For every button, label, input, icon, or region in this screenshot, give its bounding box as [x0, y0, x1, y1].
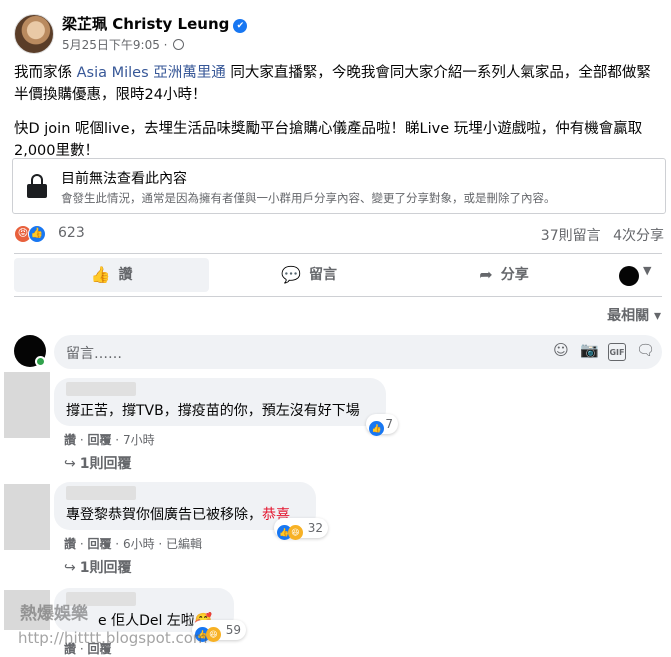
commenter-avatar[interactable]: [4, 484, 50, 550]
comment-time[interactable]: 7小時: [123, 433, 155, 447]
comment-text-main: 專登黎恭賀你個廣告已被移除，: [66, 507, 262, 523]
share-count[interactable]: 4次分享: [613, 228, 664, 244]
share-as-avatar[interactable]: [619, 266, 639, 286]
comment-bubble: 撐正苦，撐TVB，撐疫苗的你，預左沒有好下場 👍 7: [54, 378, 398, 436]
commenter-avatar[interactable]: [4, 372, 50, 438]
share-arrow-icon: ➦: [479, 265, 493, 284]
like-button[interactable]: 👍 讚: [14, 258, 209, 292]
camera-icon[interactable]: 📷: [580, 341, 599, 359]
share-button[interactable]: ➦ 分享: [409, 258, 599, 292]
comment-reaction-count: 7: [385, 417, 393, 431]
post-paragraph-2: 快D join 呢個live，去埋生活品味獎勵平台搶購心儀產品啦！睇Live 玩…: [14, 121, 643, 159]
comment-like-link[interactable]: 讚: [64, 433, 76, 447]
comment-bubble-icon: 💬: [281, 265, 301, 284]
view-replies-link[interactable]: ↪ 1則回覆: [64, 453, 131, 473]
commenter-name[interactable]: [66, 382, 136, 396]
post-text-part: 我而家係: [14, 65, 77, 81]
haha-reaction-icon: 😆: [287, 525, 303, 540]
post-stats: 37則留言 4次分享: [533, 225, 664, 245]
divider: [14, 253, 662, 254]
watermark-url: http://hitttt.blogspot.com: [18, 629, 208, 647]
caret-down-icon: ▾: [653, 308, 661, 324]
like-reaction-icon: 👍: [369, 421, 385, 436]
comment-reaction-count: 32: [307, 521, 323, 535]
globe-icon: [173, 39, 185, 50]
post-timestamp[interactable]: 5月25日下午9:05: [62, 38, 160, 52]
unavailable-title: 目前無法查看此內容: [61, 171, 187, 187]
comment-placeholder: 留言……: [66, 346, 122, 362]
lock-icon: [27, 174, 47, 198]
author-name[interactable]: 梁芷珮 Christy Leung ✔: [62, 13, 248, 34]
watermark-title: 熱爆娛樂: [20, 604, 88, 624]
divider: [14, 296, 662, 297]
view-replies-link[interactable]: ↪ 1則回覆: [64, 557, 131, 577]
post-paragraph-1: 我而家係 Asia Miles 亞洲萬里通 同大家直播緊，今晚我會同大家介紹一系…: [14, 62, 659, 106]
emoji-icon[interactable]: ☺: [552, 341, 570, 359]
comment-reply-link[interactable]: 回覆: [87, 433, 111, 447]
reactions-row: 😡 👍 623 37則留言 4次分享: [14, 222, 664, 246]
comment-input[interactable]: 留言…… ☺ 📷 GIF 🗨: [54, 335, 662, 369]
comment-time[interactable]: 6小時: [123, 537, 155, 551]
comment-like-link[interactable]: 讚: [64, 537, 76, 551]
unavailable-description: 會發生此情況，通常是因為擁有者僅與一小群用戶分享內容、變更了分享對象，或是刪除了…: [61, 191, 556, 205]
thumbs-up-icon: 👍: [90, 265, 111, 284]
comment-meta: 讚 · 回覆 · 7小時: [64, 433, 155, 447]
comment-label: 留言: [308, 267, 337, 283]
post-action-bar: 👍 讚 💬 留言 ➦ 分享 ▼: [14, 258, 662, 294]
comment-reactions[interactable]: 👍 7: [366, 414, 398, 436]
replies-label: 1則回覆: [79, 560, 132, 576]
comment-bubble: 專登黎恭賀你個廣告已被移除，恭喜 👍 😆 32: [54, 482, 328, 540]
comment-count[interactable]: 37則留言: [541, 228, 601, 244]
author-name-text[interactable]: 梁芷珮 Christy Leung: [62, 15, 229, 33]
comment-text: 專登黎恭賀你個廣告已被移除，恭喜: [66, 504, 290, 524]
comment-meta: 讚 · 回覆 · 6小時 · 已編輯: [64, 537, 203, 551]
edited-label[interactable]: 已編輯: [166, 537, 202, 551]
post-header: 梁芷珮 Christy Leung ✔ 5月25日下午9:05 ·: [12, 10, 652, 54]
reply-arrow-icon: ↪: [64, 560, 76, 576]
post-meta: 5月25日下午9:05 ·: [62, 36, 185, 53]
like-label: 讚: [118, 267, 133, 283]
gif-icon[interactable]: GIF: [608, 343, 626, 361]
online-status-icon: [35, 356, 46, 367]
comment-button[interactable]: 💬 留言: [214, 258, 404, 292]
asia-miles-link[interactable]: Asia Miles 亞洲萬里通: [77, 65, 226, 81]
haha-reaction-icon: 😆: [205, 627, 221, 642]
reply-arrow-icon: ↪: [64, 456, 76, 472]
comment-reactions[interactable]: 👍 😆 32: [273, 518, 328, 540]
verified-badge-icon: ✔: [233, 19, 248, 33]
sticker-icon[interactable]: 🗨: [636, 341, 655, 359]
content-unavailable-box: 目前無法查看此內容 會發生此情況，通常是因為擁有者僅與一小群用戶分享內容、變更了…: [12, 158, 666, 214]
composer-tools: ☺ 📷 GIF 🗨: [542, 341, 655, 361]
commenter-name[interactable]: [66, 486, 136, 500]
comment-reaction-count: 59: [225, 623, 241, 637]
author-avatar[interactable]: [14, 14, 54, 54]
comment-sort-dropdown[interactable]: 最相關 ▾: [607, 305, 661, 325]
chevron-down-icon[interactable]: ▼: [643, 264, 651, 277]
comment-text: 撐正苦，撐TVB，撐疫苗的你，預左沒有好下場: [66, 403, 360, 419]
like-reaction-icon[interactable]: 👍: [28, 225, 46, 243]
share-label: 分享: [500, 267, 529, 283]
replies-label: 1則回覆: [79, 456, 132, 472]
comment-reply-link[interactable]: 回覆: [87, 537, 111, 551]
sort-label: 最相關: [607, 308, 650, 324]
reaction-count[interactable]: 623: [58, 225, 85, 241]
